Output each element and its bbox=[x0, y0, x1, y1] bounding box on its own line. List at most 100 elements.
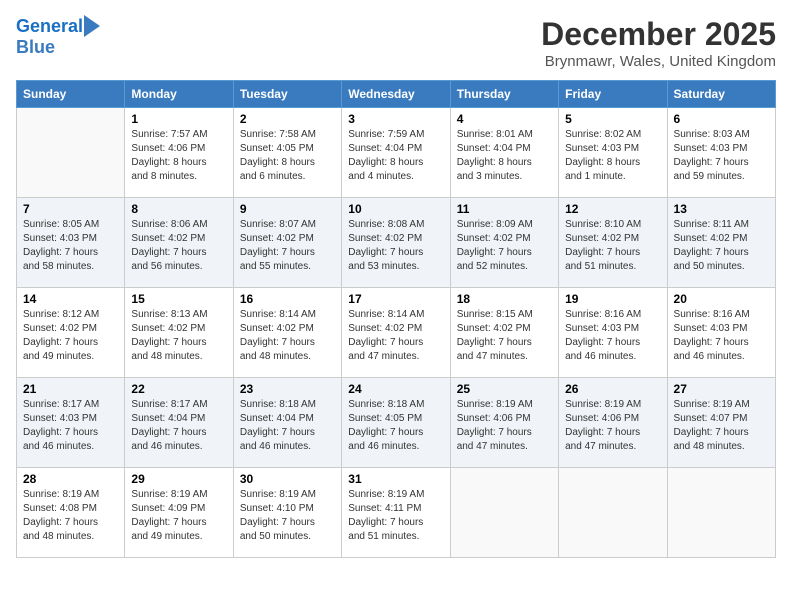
day-number: 1 bbox=[131, 112, 226, 126]
day-number: 4 bbox=[457, 112, 552, 126]
calendar-cell bbox=[559, 468, 667, 558]
calendar-cell: 28 Sunrise: 8:19 AMSunset: 4:08 PMDayligh… bbox=[17, 468, 125, 558]
calendar-table: SundayMondayTuesdayWednesdayThursdayFrid… bbox=[16, 80, 776, 558]
calendar-cell: 12 Sunrise: 8:10 AMSunset: 4:02 PMDayligh… bbox=[559, 198, 667, 288]
calendar-cell: 3Sunrise: 7:59 AMSunset: 4:04 PMDaylight… bbox=[342, 108, 450, 198]
day-number: 14 bbox=[23, 292, 118, 306]
calendar-cell: 30 Sunrise: 8:19 AMSunset: 4:10 PMDayligh… bbox=[233, 468, 341, 558]
day-number: 26 bbox=[565, 382, 660, 396]
weekday-header-monday: Monday bbox=[125, 81, 233, 108]
day-number: 12 bbox=[565, 202, 660, 216]
calendar-cell bbox=[667, 468, 775, 558]
calendar-cell: 5 Sunrise: 8:02 AMSunset: 4:03 PMDaylight… bbox=[559, 108, 667, 198]
day-info: Sunrise: 8:15 AMSunset: 4:02 PMDaylight:… bbox=[457, 308, 552, 364]
day-info: Sunrise: 8:19 AMSunset: 4:11 PMDaylight:… bbox=[348, 488, 443, 544]
logo-icon bbox=[84, 15, 100, 37]
day-number: 21 bbox=[23, 382, 118, 396]
logo-blue: Blue bbox=[16, 38, 100, 56]
calendar-cell: 24Sunrise: 8:18 AMSunset: 4:05 PMDayligh… bbox=[342, 378, 450, 468]
day-number: 23 bbox=[240, 382, 335, 396]
day-number: 27 bbox=[674, 382, 769, 396]
calendar-cell: 20Sunrise: 8:16 AMSunset: 4:03 PMDayligh… bbox=[667, 288, 775, 378]
day-number: 6 bbox=[674, 112, 769, 126]
calendar-cell: 19 Sunrise: 8:16 AMSunset: 4:03 PMDayligh… bbox=[559, 288, 667, 378]
calendar-cell: 8 Sunrise: 8:06 AMSunset: 4:02 PMDaylight… bbox=[125, 198, 233, 288]
logo-text: General bbox=[16, 16, 83, 38]
calendar-cell: 7 Sunrise: 8:05 AMSunset: 4:03 PMDaylight… bbox=[17, 198, 125, 288]
weekday-header-row: SundayMondayTuesdayWednesdayThursdayFrid… bbox=[17, 81, 776, 108]
day-number: 13 bbox=[674, 202, 769, 216]
calendar-cell: 21Sunrise: 8:17 AMSunset: 4:03 PMDayligh… bbox=[17, 378, 125, 468]
calendar-cell: 29 Sunrise: 8:19 AMSunset: 4:09 PMDayligh… bbox=[125, 468, 233, 558]
day-number: 17 bbox=[348, 292, 443, 306]
day-number: 30 bbox=[240, 472, 335, 486]
day-number: 22 bbox=[131, 382, 226, 396]
calendar-cell: 14 Sunrise: 8:12 AMSunset: 4:02 PMDayligh… bbox=[17, 288, 125, 378]
day-number: 15 bbox=[131, 292, 226, 306]
logo: General Blue bbox=[16, 16, 100, 56]
calendar-cell: 2 Sunrise: 7:58 AMSunset: 4:05 PMDaylight… bbox=[233, 108, 341, 198]
day-info: Sunrise: 8:12 AMSunset: 4:02 PMDaylight:… bbox=[23, 308, 118, 364]
weekday-header-wednesday: Wednesday bbox=[342, 81, 450, 108]
calendar-cell: 11Sunrise: 8:09 AMSunset: 4:02 PMDayligh… bbox=[450, 198, 558, 288]
calendar-cell: 17 Sunrise: 8:14 AMSunset: 4:02 PMDayligh… bbox=[342, 288, 450, 378]
day-info: Sunrise: 8:19 AMSunset: 4:06 PMDaylight:… bbox=[565, 398, 660, 454]
weekday-header-tuesday: Tuesday bbox=[233, 81, 341, 108]
day-number: 11 bbox=[457, 202, 552, 216]
day-info: Sunrise: 8:19 AMSunset: 4:09 PMDaylight:… bbox=[131, 488, 226, 544]
calendar-cell: 4 Sunrise: 8:01 AMSunset: 4:04 PMDaylight… bbox=[450, 108, 558, 198]
day-info: Sunrise: 8:19 AMSunset: 4:08 PMDaylight:… bbox=[23, 488, 118, 544]
day-number: 5 bbox=[565, 112, 660, 126]
calendar-week-row: 1 Sunrise: 7:57 AMSunset: 4:06 PMDaylight… bbox=[17, 108, 776, 198]
title-block: December 2025 Brynmawr, Wales, United Ki… bbox=[541, 16, 776, 70]
calendar-cell: 22Sunrise: 8:17 AMSunset: 4:04 PMDayligh… bbox=[125, 378, 233, 468]
calendar-week-row: 21Sunrise: 8:17 AMSunset: 4:03 PMDayligh… bbox=[17, 378, 776, 468]
calendar-cell: 31Sunrise: 8:19 AMSunset: 4:11 PMDayligh… bbox=[342, 468, 450, 558]
calendar-cell: 27 Sunrise: 8:19 AMSunset: 4:07 PMDayligh… bbox=[667, 378, 775, 468]
calendar-cell: 23 Sunrise: 8:18 AMSunset: 4:04 PMDayligh… bbox=[233, 378, 341, 468]
page-header: General Blue December 2025 Brynmawr, Wal… bbox=[16, 16, 776, 70]
calendar-week-row: 28 Sunrise: 8:19 AMSunset: 4:08 PMDayligh… bbox=[17, 468, 776, 558]
day-info: Sunrise: 8:08 AMSunset: 4:02 PMDaylight:… bbox=[348, 218, 443, 274]
day-info: Sunrise: 8:07 AMSunset: 4:02 PMDaylight:… bbox=[240, 218, 335, 274]
day-info: Sunrise: 8:05 AMSunset: 4:03 PMDaylight:… bbox=[23, 218, 118, 274]
day-info: Sunrise: 7:58 AMSunset: 4:05 PMDaylight:… bbox=[240, 128, 335, 184]
day-info: Sunrise: 8:13 AMSunset: 4:02 PMDaylight:… bbox=[131, 308, 226, 364]
day-info: Sunrise: 8:06 AMSunset: 4:02 PMDaylight:… bbox=[131, 218, 226, 274]
calendar-cell: 6 Sunrise: 8:03 AMSunset: 4:03 PMDaylight… bbox=[667, 108, 775, 198]
calendar-cell: 25Sunrise: 8:19 AMSunset: 4:06 PMDayligh… bbox=[450, 378, 558, 468]
day-info: Sunrise: 8:03 AMSunset: 4:03 PMDaylight:… bbox=[674, 128, 769, 184]
calendar-cell bbox=[450, 468, 558, 558]
day-info: Sunrise: 8:19 AMSunset: 4:10 PMDaylight:… bbox=[240, 488, 335, 544]
day-number: 25 bbox=[457, 382, 552, 396]
day-number: 2 bbox=[240, 112, 335, 126]
day-number: 28 bbox=[23, 472, 118, 486]
day-info: Sunrise: 8:18 AMSunset: 4:04 PMDaylight:… bbox=[240, 398, 335, 454]
day-number: 9 bbox=[240, 202, 335, 216]
calendar-week-row: 14 Sunrise: 8:12 AMSunset: 4:02 PMDayligh… bbox=[17, 288, 776, 378]
calendar-cell: 18 Sunrise: 8:15 AMSunset: 4:02 PMDayligh… bbox=[450, 288, 558, 378]
location-title: Brynmawr, Wales, United Kingdom bbox=[541, 53, 776, 70]
day-number: 18 bbox=[457, 292, 552, 306]
calendar-cell bbox=[17, 108, 125, 198]
day-number: 16 bbox=[240, 292, 335, 306]
day-info: Sunrise: 8:02 AMSunset: 4:03 PMDaylight:… bbox=[565, 128, 660, 184]
day-number: 19 bbox=[565, 292, 660, 306]
day-info: Sunrise: 8:10 AMSunset: 4:02 PMDaylight:… bbox=[565, 218, 660, 274]
day-info: Sunrise: 8:19 AMSunset: 4:07 PMDaylight:… bbox=[674, 398, 769, 454]
calendar-cell: 10Sunrise: 8:08 AMSunset: 4:02 PMDayligh… bbox=[342, 198, 450, 288]
calendar-cell: 9 Sunrise: 8:07 AMSunset: 4:02 PMDaylight… bbox=[233, 198, 341, 288]
calendar-cell: 13Sunrise: 8:11 AMSunset: 4:02 PMDayligh… bbox=[667, 198, 775, 288]
weekday-header-thursday: Thursday bbox=[450, 81, 558, 108]
day-info: Sunrise: 7:57 AMSunset: 4:06 PMDaylight:… bbox=[131, 128, 226, 184]
day-info: Sunrise: 7:59 AMSunset: 4:04 PMDaylight:… bbox=[348, 128, 443, 184]
day-number: 29 bbox=[131, 472, 226, 486]
day-info: Sunrise: 8:14 AMSunset: 4:02 PMDaylight:… bbox=[348, 308, 443, 364]
day-number: 7 bbox=[23, 202, 118, 216]
day-number: 8 bbox=[131, 202, 226, 216]
weekday-header-saturday: Saturday bbox=[667, 81, 775, 108]
calendar-cell: 16Sunrise: 8:14 AMSunset: 4:02 PMDayligh… bbox=[233, 288, 341, 378]
day-info: Sunrise: 8:16 AMSunset: 4:03 PMDaylight:… bbox=[565, 308, 660, 364]
calendar-cell: 26 Sunrise: 8:19 AMSunset: 4:06 PMDayligh… bbox=[559, 378, 667, 468]
day-info: Sunrise: 8:01 AMSunset: 4:04 PMDaylight:… bbox=[457, 128, 552, 184]
